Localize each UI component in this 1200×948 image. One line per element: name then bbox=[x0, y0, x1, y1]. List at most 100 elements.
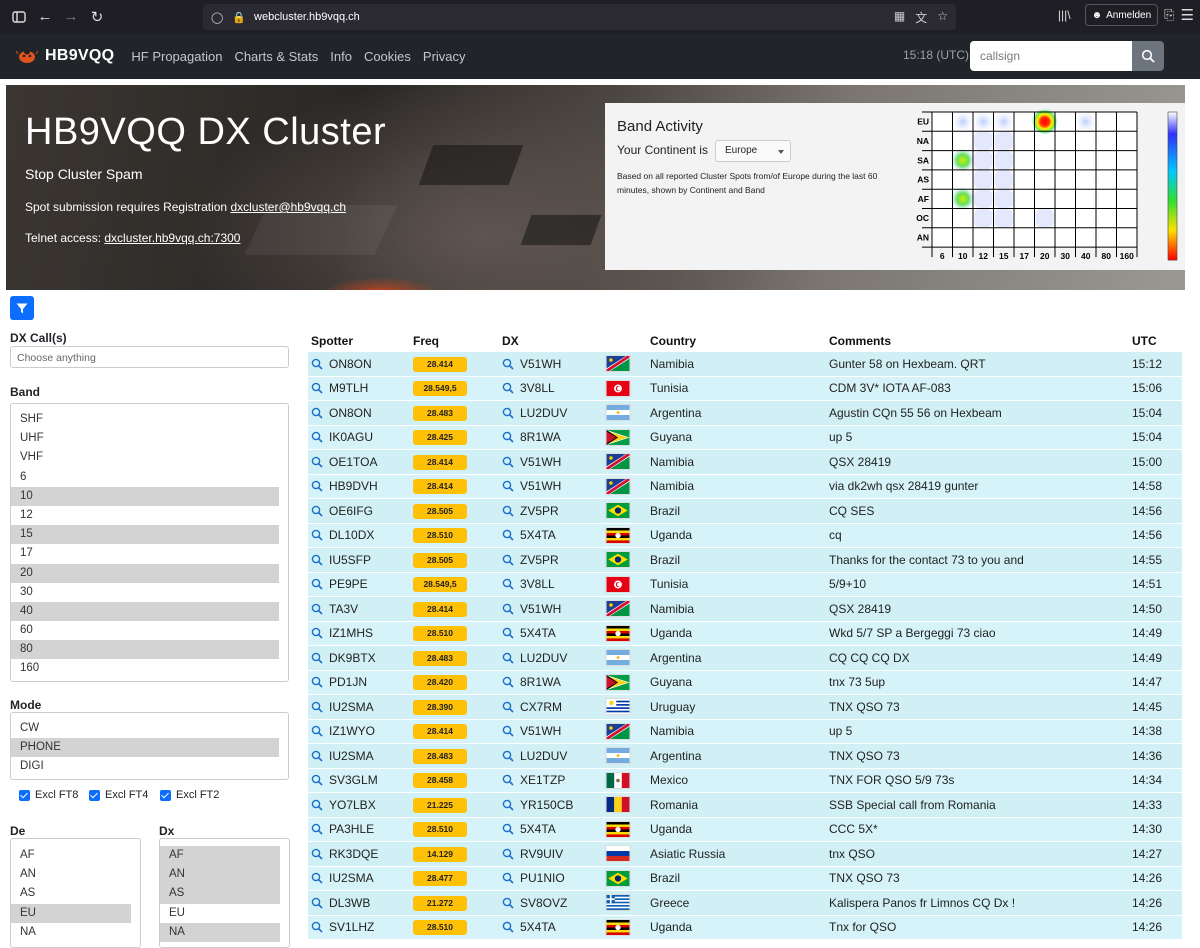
dx-callsign[interactable]: V51WH bbox=[520, 479, 561, 493]
library-icon[interactable]: |||\ bbox=[1058, 8, 1071, 22]
lookup-magnifier-icon[interactable] bbox=[502, 627, 514, 639]
option-dx-eu[interactable]: EU bbox=[160, 904, 280, 923]
option-bands-15[interactable]: 15 bbox=[11, 525, 279, 545]
checkbox-checked-icon[interactable] bbox=[89, 789, 100, 801]
spotter-callsign[interactable]: PA3HLE bbox=[329, 822, 374, 836]
telnet-link[interactable]: dxcluster.hb9vqq.ch:7300 bbox=[104, 231, 240, 245]
back-icon[interactable]: ← bbox=[32, 4, 58, 30]
lookup-magnifier-icon[interactable] bbox=[311, 897, 323, 909]
dx-callsign[interactable]: V51WH bbox=[520, 724, 561, 738]
sidebar-toggle-icon[interactable] bbox=[6, 4, 32, 30]
option-dx-an[interactable]: AN bbox=[160, 865, 280, 885]
filter-toggle-button[interactable] bbox=[10, 296, 34, 320]
lookup-magnifier-icon[interactable] bbox=[502, 676, 514, 688]
dx-callsign[interactable]: 8R1WA bbox=[520, 675, 561, 689]
header-spotter[interactable]: Spotter bbox=[311, 334, 353, 348]
lookup-magnifier-icon[interactable] bbox=[311, 652, 323, 664]
checkbox-excl-ft8[interactable]: Excl FT8 bbox=[19, 789, 78, 801]
dx-callsign[interactable]: V51WH bbox=[520, 357, 561, 371]
dx-callsign[interactable]: 3V8LL bbox=[520, 577, 555, 591]
option-dx-af[interactable]: AF bbox=[160, 846, 280, 866]
dx-callsign[interactable]: 5X4TA bbox=[520, 822, 556, 836]
lookup-magnifier-icon[interactable] bbox=[311, 480, 323, 492]
lookup-magnifier-icon[interactable] bbox=[311, 358, 323, 370]
lookup-magnifier-icon[interactable] bbox=[311, 505, 323, 517]
freq-badge[interactable]: 28.549,5 bbox=[413, 577, 467, 593]
lookup-magnifier-icon[interactable] bbox=[311, 431, 323, 443]
extensions-icon[interactable]: ⎘ bbox=[1164, 7, 1174, 23]
spotter-callsign[interactable]: DL3WB bbox=[329, 896, 370, 910]
freq-badge[interactable]: 28.414 bbox=[413, 479, 467, 495]
option-bands-160[interactable]: 160 bbox=[11, 659, 279, 678]
freq-badge[interactable]: 28.510 bbox=[413, 626, 467, 642]
dx-callsign[interactable]: 5X4TA bbox=[520, 528, 556, 542]
lookup-magnifier-icon[interactable] bbox=[502, 652, 514, 664]
option-bands-60[interactable]: 60 bbox=[11, 621, 279, 640]
option-bands-6[interactable]: 6 bbox=[11, 468, 279, 487]
lookup-magnifier-icon[interactable] bbox=[502, 529, 514, 541]
lookup-magnifier-icon[interactable] bbox=[311, 456, 323, 468]
spotter-callsign[interactable]: ON8ON bbox=[329, 406, 372, 420]
address-bar[interactable]: ◯ 🔒 webcluster.hb9vqq.ch ▦ 文 ☆ bbox=[203, 4, 956, 30]
lookup-magnifier-icon[interactable] bbox=[311, 578, 323, 590]
lookup-magnifier-icon[interactable] bbox=[311, 823, 323, 835]
spotter-callsign[interactable]: IU2SMA bbox=[329, 700, 374, 714]
translate-icon[interactable]: 文 bbox=[915, 9, 927, 26]
lookup-magnifier-icon[interactable] bbox=[311, 848, 323, 860]
dx-callsign[interactable]: LU2DUV bbox=[520, 651, 567, 665]
lookup-magnifier-icon[interactable] bbox=[502, 774, 514, 786]
header-country[interactable]: Country bbox=[650, 334, 696, 348]
freq-badge[interactable]: 28.477 bbox=[413, 871, 467, 887]
dx-callsign[interactable]: YR150CB bbox=[520, 798, 573, 812]
spotter-callsign[interactable]: SV3GLM bbox=[329, 773, 378, 787]
checkbox-checked-icon[interactable] bbox=[19, 789, 30, 801]
lookup-magnifier-icon[interactable] bbox=[502, 799, 514, 811]
spotter-callsign[interactable]: ON8ON bbox=[329, 357, 372, 371]
option-modes-digi[interactable]: DIGI bbox=[11, 757, 279, 776]
spotter-callsign[interactable]: PD1JN bbox=[329, 675, 367, 689]
option-bands-12[interactable]: 12 bbox=[11, 506, 279, 525]
dx-callsign[interactable]: RV9UIV bbox=[520, 847, 563, 861]
spotter-callsign[interactable]: IK0AGU bbox=[329, 430, 373, 444]
lookup-magnifier-icon[interactable] bbox=[502, 725, 514, 737]
freq-badge[interactable]: 28.505 bbox=[413, 552, 467, 568]
freq-badge[interactable]: 28.510 bbox=[413, 822, 467, 838]
lookup-magnifier-icon[interactable] bbox=[311, 799, 323, 811]
dx-continent-listbox[interactable]: AF AN AS EU NA bbox=[159, 838, 290, 948]
freq-badge[interactable]: 28.414 bbox=[413, 724, 467, 740]
lookup-magnifier-icon[interactable] bbox=[311, 554, 323, 566]
spotter-callsign[interactable]: OE1TOA bbox=[329, 455, 377, 469]
freq-badge[interactable]: 28.425 bbox=[413, 430, 467, 446]
lookup-magnifier-icon[interactable] bbox=[311, 407, 323, 419]
dx-callsign[interactable]: LU2DUV bbox=[520, 749, 567, 763]
lookup-magnifier-icon[interactable] bbox=[502, 431, 514, 443]
signin-button[interactable]: ☻ Anmelden bbox=[1084, 4, 1159, 26]
lookup-magnifier-icon[interactable] bbox=[502, 578, 514, 590]
option-modes-cw[interactable]: CW bbox=[11, 719, 279, 738]
option-de-an[interactable]: AN bbox=[11, 865, 131, 884]
lookup-magnifier-icon[interactable] bbox=[502, 603, 514, 615]
reload-icon[interactable]: ↻ bbox=[84, 4, 110, 30]
freq-badge[interactable]: 28.510 bbox=[413, 528, 467, 544]
freq-badge[interactable]: 28.483 bbox=[413, 650, 467, 666]
freq-badge[interactable]: 28.549,5 bbox=[413, 381, 467, 397]
header-comments[interactable]: Comments bbox=[829, 334, 891, 348]
checkbox-excl-ft4[interactable]: Excl FT4 bbox=[89, 789, 148, 801]
option-bands-20[interactable]: 20 bbox=[11, 563, 279, 583]
nav-link-info[interactable]: Info bbox=[330, 49, 352, 64]
lookup-magnifier-icon[interactable] bbox=[311, 701, 323, 713]
spotter-callsign[interactable]: TA3V bbox=[329, 602, 358, 616]
dx-callsign[interactable]: 5X4TA bbox=[520, 626, 556, 640]
freq-badge[interactable]: 28.420 bbox=[413, 675, 467, 691]
lookup-magnifier-icon[interactable] bbox=[502, 358, 514, 370]
option-de-na[interactable]: NA bbox=[11, 923, 131, 942]
option-de-as[interactable]: AS bbox=[11, 884, 131, 903]
brand[interactable]: HB9VQQ bbox=[15, 47, 114, 65]
lookup-magnifier-icon[interactable] bbox=[311, 627, 323, 639]
nav-link-charts-stats[interactable]: Charts & Stats bbox=[234, 49, 318, 64]
spotter-callsign[interactable]: IZ1WYO bbox=[329, 724, 375, 738]
spotter-callsign[interactable]: IU5SFP bbox=[329, 553, 371, 567]
spotter-callsign[interactable]: RK3DQE bbox=[329, 847, 378, 861]
option-bands-shf[interactable]: SHF bbox=[11, 410, 279, 429]
freq-badge[interactable]: 21.272 bbox=[413, 895, 467, 911]
